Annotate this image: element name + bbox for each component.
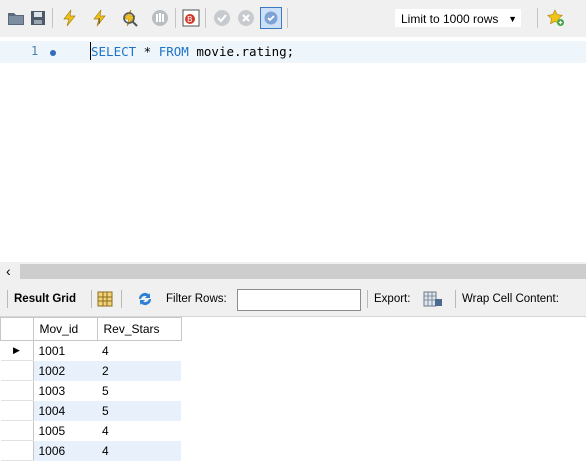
statement-marker-icon xyxy=(50,50,56,56)
toolbar-separator xyxy=(91,290,92,308)
table-row[interactable]: 1004 5 xyxy=(0,400,181,421)
toolbar-separator xyxy=(175,8,176,28)
result-grid-toolbar: Result Grid Filter Rows: Export: Wrap Ce… xyxy=(0,281,586,317)
folder-icon xyxy=(8,13,24,25)
rollback-button[interactable] xyxy=(236,8,256,28)
execute-button[interactable] xyxy=(60,8,80,28)
editor-line[interactable]: 1 SELECT * FROM movie.rating; xyxy=(0,41,586,63)
result-table: Mov_id Rev_Stars ▶ 1001 4 1002 2 1003 5 xyxy=(0,317,182,461)
rollback-icon xyxy=(238,10,254,26)
commit-button[interactable] xyxy=(212,8,232,28)
execute-current-button[interactable]: I xyxy=(90,8,110,28)
open-file-button[interactable] xyxy=(6,8,26,28)
stop-button[interactable] xyxy=(150,8,170,28)
row-indicator xyxy=(0,360,34,381)
keyword-select: SELECT xyxy=(91,44,137,59)
sql-query-text: SELECT * FROM movie.rating; xyxy=(91,44,294,59)
table-cell[interactable]: 4 xyxy=(97,341,181,361)
export-icon xyxy=(423,291,442,307)
autocommit-icon xyxy=(264,11,278,25)
toolbar-separator xyxy=(287,8,288,28)
toolbar-separator xyxy=(52,8,53,28)
table-cell[interactable]: 1006 xyxy=(33,440,97,461)
toggle-continue-on-error-button[interactable]: B xyxy=(181,8,201,28)
explain-button[interactable] xyxy=(120,8,140,28)
table-cell[interactable]: 1001 xyxy=(33,341,97,361)
result-grid[interactable]: Mov_id Rev_Stars ▶ 1001 4 1002 2 1003 5 xyxy=(0,317,586,465)
toolbar-separator xyxy=(7,290,8,308)
column-header-mov-id[interactable]: Mov_id xyxy=(32,317,98,341)
row-header-corner xyxy=(0,317,34,341)
filter-rows-label: Filter Rows: xyxy=(166,293,227,305)
toolbar-separator xyxy=(367,290,368,308)
save-button[interactable] xyxy=(28,8,48,28)
explain-icon xyxy=(123,9,138,27)
refresh-button[interactable] xyxy=(136,290,154,311)
table-row[interactable]: 1006 4 xyxy=(0,440,181,461)
table-cell[interactable]: 4 xyxy=(97,440,181,461)
scrollbar-thumb[interactable] xyxy=(20,264,586,279)
row-indicator xyxy=(0,400,34,421)
add-snippet-button[interactable] xyxy=(546,8,566,28)
svg-text:B: B xyxy=(187,15,193,24)
sql-editor-toolbar: I B Limit to 1000 rows ▼ xyxy=(0,0,586,38)
export-label: Export: xyxy=(374,293,411,305)
result-grid-tab[interactable]: Result Grid xyxy=(14,292,76,306)
toolbar-separator xyxy=(455,290,456,308)
table-cell[interactable]: 1004 xyxy=(33,400,97,421)
commit-icon xyxy=(214,10,230,26)
execute-icon xyxy=(63,9,76,27)
current-row-indicator-icon: ▶ xyxy=(0,340,34,361)
chevron-down-icon: ▼ xyxy=(508,14,517,24)
query-star: * xyxy=(136,44,159,59)
svg-text:I: I xyxy=(98,17,100,26)
execute-current-icon: I xyxy=(93,9,106,27)
table-cell[interactable]: 1003 xyxy=(33,381,97,401)
table-row[interactable]: 1002 2 xyxy=(0,360,181,381)
refresh-icon xyxy=(138,292,152,306)
grid-view-button[interactable] xyxy=(97,291,113,310)
table-header-row: Mov_id Rev_Stars xyxy=(0,317,182,341)
editor-horizontal-scrollbar[interactable]: ‹ xyxy=(0,262,586,281)
table-row[interactable]: 1003 5 xyxy=(0,380,182,401)
add-snippet-icon xyxy=(547,9,564,26)
toolbar-separator xyxy=(205,8,206,28)
row-indicator xyxy=(0,440,34,461)
line-number: 1 xyxy=(31,44,39,58)
column-header-rev-stars[interactable]: Rev_Stars xyxy=(96,317,182,341)
limit-rows-label: Limit to 1000 rows xyxy=(401,12,499,26)
limit-rows-select[interactable]: Limit to 1000 rows ▼ xyxy=(394,8,522,28)
toolbar-separator xyxy=(121,290,122,308)
export-button[interactable] xyxy=(423,290,443,311)
row-indicator xyxy=(0,420,34,441)
toolbar-separator xyxy=(537,8,538,28)
toggle-continue-on-error-icon: B xyxy=(182,9,200,27)
table-cell[interactable]: 5 xyxy=(97,381,181,401)
table-cell[interactable]: 4 xyxy=(97,421,181,441)
grid-view-icon xyxy=(97,291,113,307)
table-cell[interactable]: 1002 xyxy=(33,360,97,381)
wrap-cell-content-label: Wrap Cell Content: xyxy=(462,293,559,305)
sql-editor[interactable]: 1 SELECT * FROM movie.rating; xyxy=(0,37,586,262)
table-cell[interactable]: 5 xyxy=(97,400,181,421)
table-cell[interactable]: 1005 xyxy=(33,421,97,441)
table-row[interactable]: ▶ 1001 4 xyxy=(0,340,182,361)
keyword-from: FROM xyxy=(158,44,189,59)
chevron-left-icon[interactable]: ‹ xyxy=(6,262,11,281)
filter-rows-input[interactable] xyxy=(237,289,361,311)
query-table: movie.rating; xyxy=(188,44,295,59)
table-row[interactable]: 1005 4 xyxy=(0,420,182,441)
row-indicator xyxy=(0,380,34,401)
autocommit-toggle[interactable] xyxy=(260,7,282,29)
table-cell[interactable]: 2 xyxy=(97,360,181,381)
stop-icon xyxy=(152,10,168,26)
save-icon xyxy=(31,11,45,25)
